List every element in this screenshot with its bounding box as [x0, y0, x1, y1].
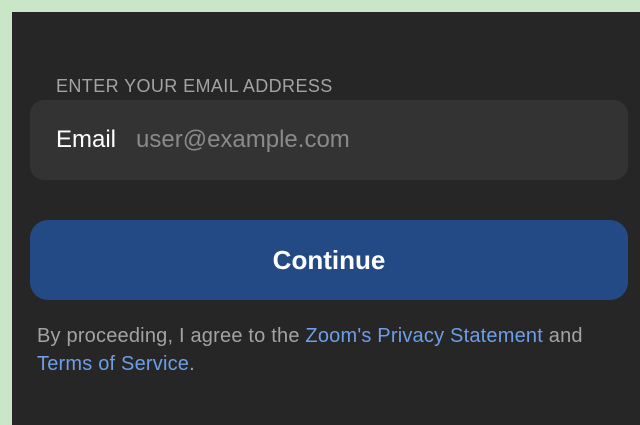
email-section-label: ENTER YOUR EMAIL ADDRESS: [56, 76, 333, 96]
legal-notice: By proceeding, I agree to the Zoom's Pri…: [37, 322, 637, 378]
legal-suffix-text: .: [189, 353, 195, 375]
privacy-statement-link[interactable]: Zoom's Privacy Statement: [305, 325, 543, 347]
legal-prefix-text: By proceeding, I agree to the: [37, 325, 306, 347]
sign-in-screen: ENTER YOUR EMAIL ADDRESS Email Continue …: [12, 12, 640, 425]
terms-of-service-link[interactable]: Terms of Service: [37, 353, 189, 375]
legal-middle-text: and: [543, 325, 583, 347]
email-input[interactable]: [136, 126, 577, 154]
continue-button[interactable]: Continue: [30, 220, 628, 300]
email-field[interactable]: Email: [30, 100, 628, 180]
email-field-label: Email: [56, 126, 117, 153]
